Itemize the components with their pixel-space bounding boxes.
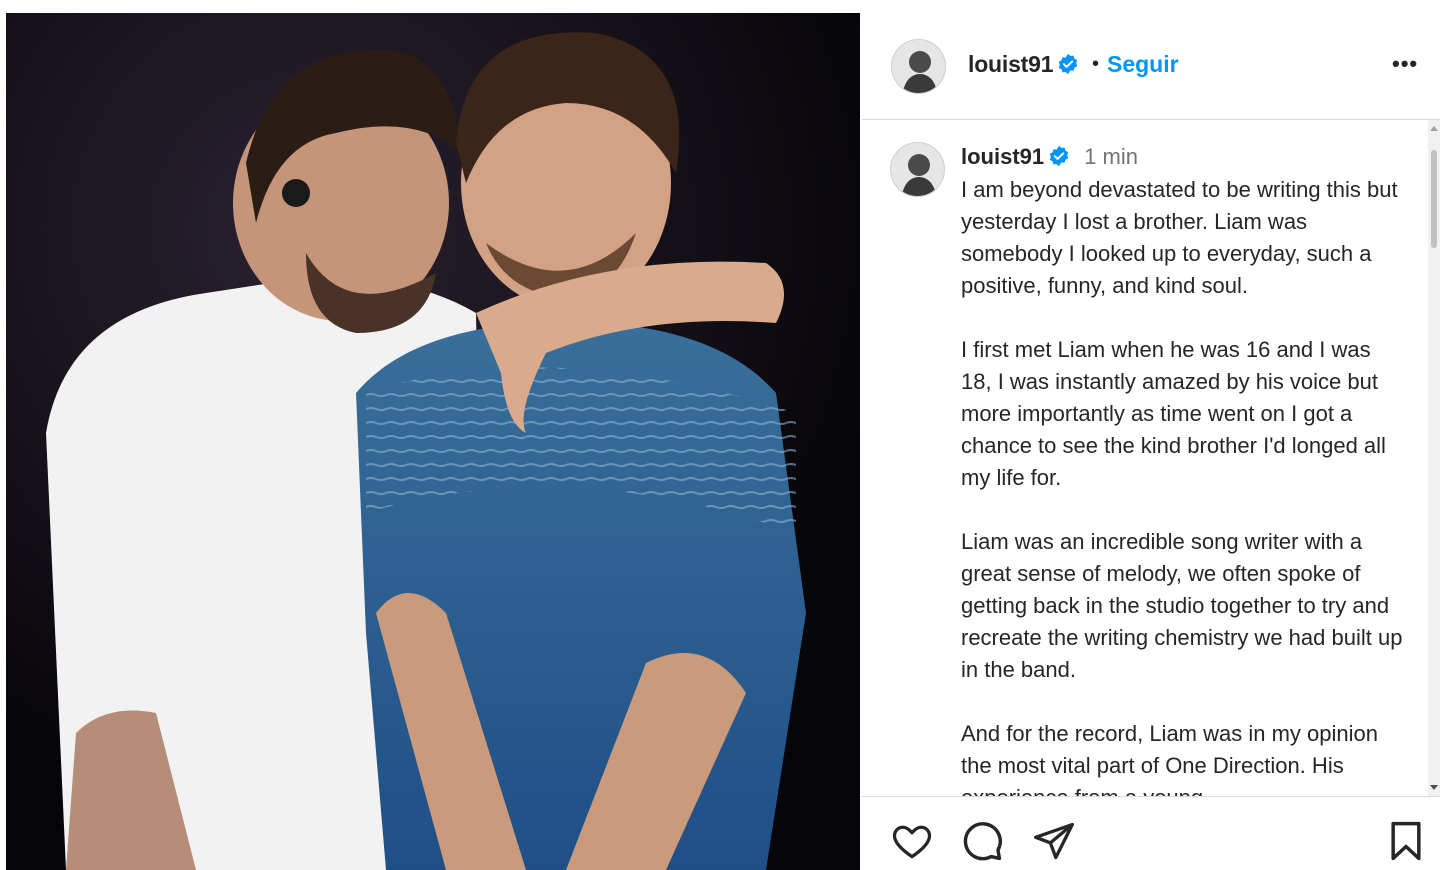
scrollbar-thumb[interactable]	[1431, 150, 1437, 248]
author-avatar[interactable]	[891, 39, 946, 94]
caption-timestamp[interactable]: 1 min	[1084, 144, 1138, 169]
caption-scrollbar[interactable]	[1428, 120, 1440, 796]
post-photo[interactable]	[6, 13, 860, 870]
caption-paragraph: I first met Liam when he was 16 and I wa…	[961, 337, 1386, 490]
verified-badge-icon	[1059, 53, 1078, 75]
caption-author-username[interactable]: louist91	[961, 144, 1044, 169]
post-header: louist91 • Seguir •••	[862, 13, 1440, 120]
post-action-bar	[862, 796, 1440, 870]
scroll-down-arrow-icon[interactable]	[1430, 785, 1438, 790]
scroll-up-arrow-icon[interactable]	[1430, 126, 1438, 131]
caption-paragraph: And for the record, Liam was in my opini…	[961, 721, 1378, 796]
like-button[interactable]	[890, 819, 934, 863]
verified-badge-icon	[1049, 145, 1069, 167]
paper-plane-icon	[1034, 822, 1074, 860]
caption-header: louist91 1 min	[961, 144, 1138, 170]
caption-paragraph: I am beyond devastated to be writing thi…	[961, 177, 1398, 298]
follow-button[interactable]: Seguir	[1107, 51, 1179, 78]
comment-button[interactable]	[960, 819, 1004, 863]
comment-bubble-icon	[963, 822, 1002, 861]
author-username-row[interactable]: louist91	[968, 51, 1079, 78]
avatar-image	[891, 143, 944, 196]
post-photo-image	[6, 13, 860, 870]
share-button[interactable]	[1032, 819, 1076, 863]
author-username[interactable]: louist91	[968, 51, 1054, 77]
bookmark-icon	[1391, 821, 1421, 861]
save-button[interactable]	[1384, 819, 1428, 863]
caption-panel[interactable]: louist91 1 min I am beyond devastated to …	[862, 120, 1440, 796]
caption-paragraph: Liam was an incredible song writer with …	[961, 529, 1403, 682]
separator-dot: •	[1092, 53, 1100, 75]
heart-icon	[892, 825, 932, 859]
caption-text: I am beyond devastated to be writing thi…	[961, 174, 1406, 796]
more-options-icon[interactable]: •••	[1392, 51, 1418, 77]
caption-author-avatar[interactable]	[890, 142, 945, 197]
avatar-image	[892, 40, 945, 93]
